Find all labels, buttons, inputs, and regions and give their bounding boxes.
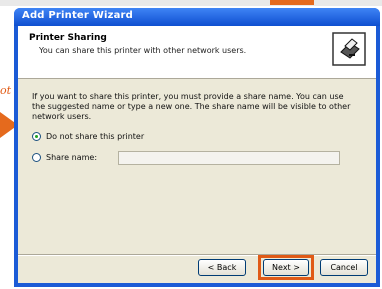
do-not-share-radio[interactable] (32, 132, 41, 141)
top-highlight-marker (270, 0, 314, 5)
title-bar[interactable]: Add Printer Wizard (14, 8, 380, 26)
cancel-button[interactable]: Cancel (320, 259, 368, 276)
top-strip (0, 0, 382, 6)
back-button[interactable]: < Back (198, 259, 246, 276)
do-not-share-label: Do not share this printer (46, 132, 145, 141)
share-name-radio[interactable] (32, 153, 41, 162)
share-name-field[interactable] (118, 151, 340, 165)
share-name-label: Share name: (46, 153, 98, 162)
page-title: Printer Sharing (29, 33, 107, 43)
option-share-name[interactable]: Share name: (32, 153, 97, 162)
instructions-text: If you want to share this printer, you m… (32, 92, 351, 121)
printer-icon (332, 32, 366, 66)
window-title: Add Printer Wizard (22, 10, 134, 21)
wizard-header: Printer Sharing You can share this print… (18, 26, 376, 79)
wizard-client-area: Printer Sharing You can share this print… (18, 26, 376, 283)
next-button-highlight (258, 255, 314, 280)
page-subtitle: You can share this printer with other ne… (39, 46, 247, 55)
option-do-not-share[interactable]: Do not share this printer (32, 132, 144, 141)
wizard-window: Add Printer Wizard Printer Sharing You c… (14, 8, 380, 287)
button-separator (18, 254, 376, 256)
